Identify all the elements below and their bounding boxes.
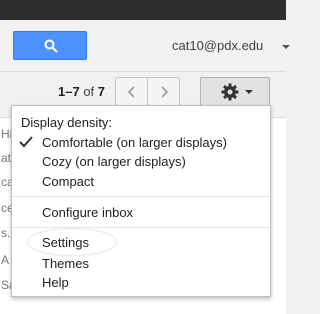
count-of: of (83, 84, 95, 99)
configure-inbox-label: Configure inbox (42, 205, 134, 220)
search-button[interactable] (13, 31, 87, 60)
check-icon (19, 136, 33, 148)
menu-divider (12, 196, 270, 197)
count-range: 1–7 (58, 84, 80, 99)
search-icon (44, 39, 58, 53)
density-comfortable-label: Comfortable (on larger displays) (42, 135, 227, 150)
count-total: 7 (97, 84, 106, 99)
settings-item[interactable]: Settings (12, 233, 270, 253)
chevron-left-icon (127, 86, 135, 98)
density-cozy[interactable]: Cozy (on larger displays) (12, 152, 270, 172)
density-comfortable[interactable]: Comfortable (on larger displays) (12, 133, 270, 153)
density-compact[interactable]: Compact (12, 172, 270, 192)
density-cozy-label: Cozy (on larger displays) (42, 154, 186, 169)
help-label: Help (42, 275, 69, 290)
themes-label: Themes (42, 256, 89, 271)
gear-icon (221, 83, 239, 101)
themes-item[interactable]: Themes (12, 254, 270, 274)
settings-dropdown-menu: Display density: Comfortable (on larger … (11, 105, 271, 297)
chevron-down-icon (245, 90, 253, 94)
newer-button[interactable] (115, 77, 148, 106)
older-button[interactable] (147, 77, 180, 106)
chevron-down-icon (282, 45, 290, 49)
chevron-right-icon (161, 86, 169, 98)
settings-button[interactable] (200, 77, 270, 106)
top-bar (0, 0, 286, 20)
header: cat10@pdx.edu (0, 20, 290, 72)
settings-label: Settings (42, 235, 89, 250)
account-email: cat10@pdx.edu (172, 38, 264, 53)
account-menu[interactable]: cat10@pdx.edu (172, 38, 290, 53)
configure-inbox-item[interactable]: Configure inbox (12, 203, 270, 223)
message-count: 1–7 of 7 (58, 84, 105, 99)
display-density-heading: Display density: (21, 115, 113, 130)
help-item[interactable]: Help (12, 273, 270, 293)
density-compact-label: Compact (42, 174, 95, 189)
menu-divider (12, 227, 270, 228)
